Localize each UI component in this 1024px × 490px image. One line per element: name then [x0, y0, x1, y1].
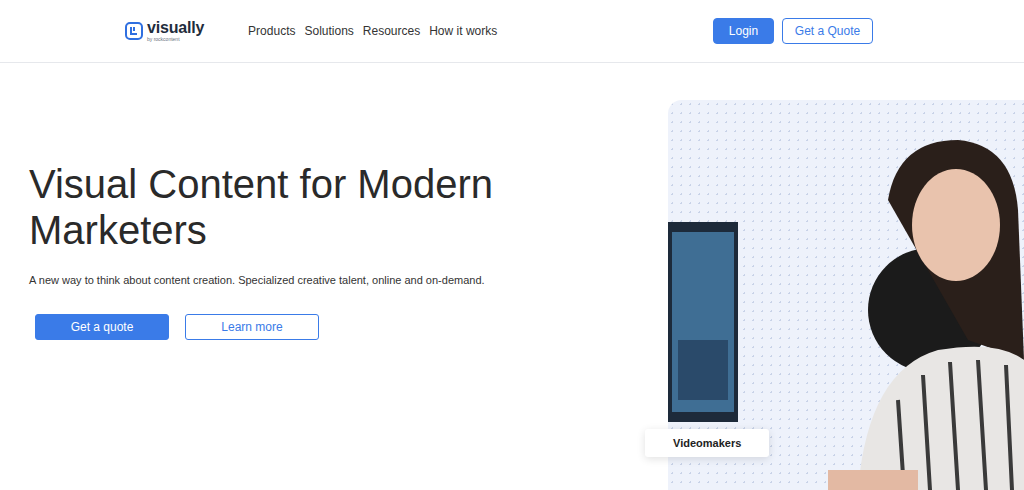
cta-button[interactable]: Get a quote	[35, 314, 169, 340]
cta-button[interactable]: Learn more	[185, 314, 319, 340]
nav-item[interactable]: Products	[248, 24, 295, 38]
hero-subtitle: A new way to think about content creatio…	[29, 274, 560, 286]
showcase: Videomakers	[668, 100, 1024, 490]
header-button[interactable]: Get a Quote	[782, 18, 873, 44]
header-button[interactable]: Login	[713, 18, 774, 44]
hero: Visual Content for Modern Marketers A new…	[0, 63, 1024, 490]
page: visuallyby rockcontent Products Solutions R…	[0, 0, 1024, 490]
nav-item[interactable]: Resources	[363, 24, 420, 38]
nav-item[interactable]: Solutions	[304, 24, 353, 38]
category-badge: Videomakers	[645, 429, 769, 457]
header: visuallyby rockcontent Products Solutions R…	[0, 0, 1024, 63]
logo-icon	[125, 22, 143, 40]
nav: Products Solutions Resources How it works	[248, 24, 497, 38]
hero-title: Visual Content for Modern Marketers	[29, 161, 549, 253]
logo-name: visually	[147, 20, 204, 36]
logo[interactable]: visuallyby rockcontent	[125, 20, 204, 42]
logo-tagline: by rockcontent	[147, 37, 204, 42]
nav-item[interactable]: How it works	[429, 24, 497, 38]
